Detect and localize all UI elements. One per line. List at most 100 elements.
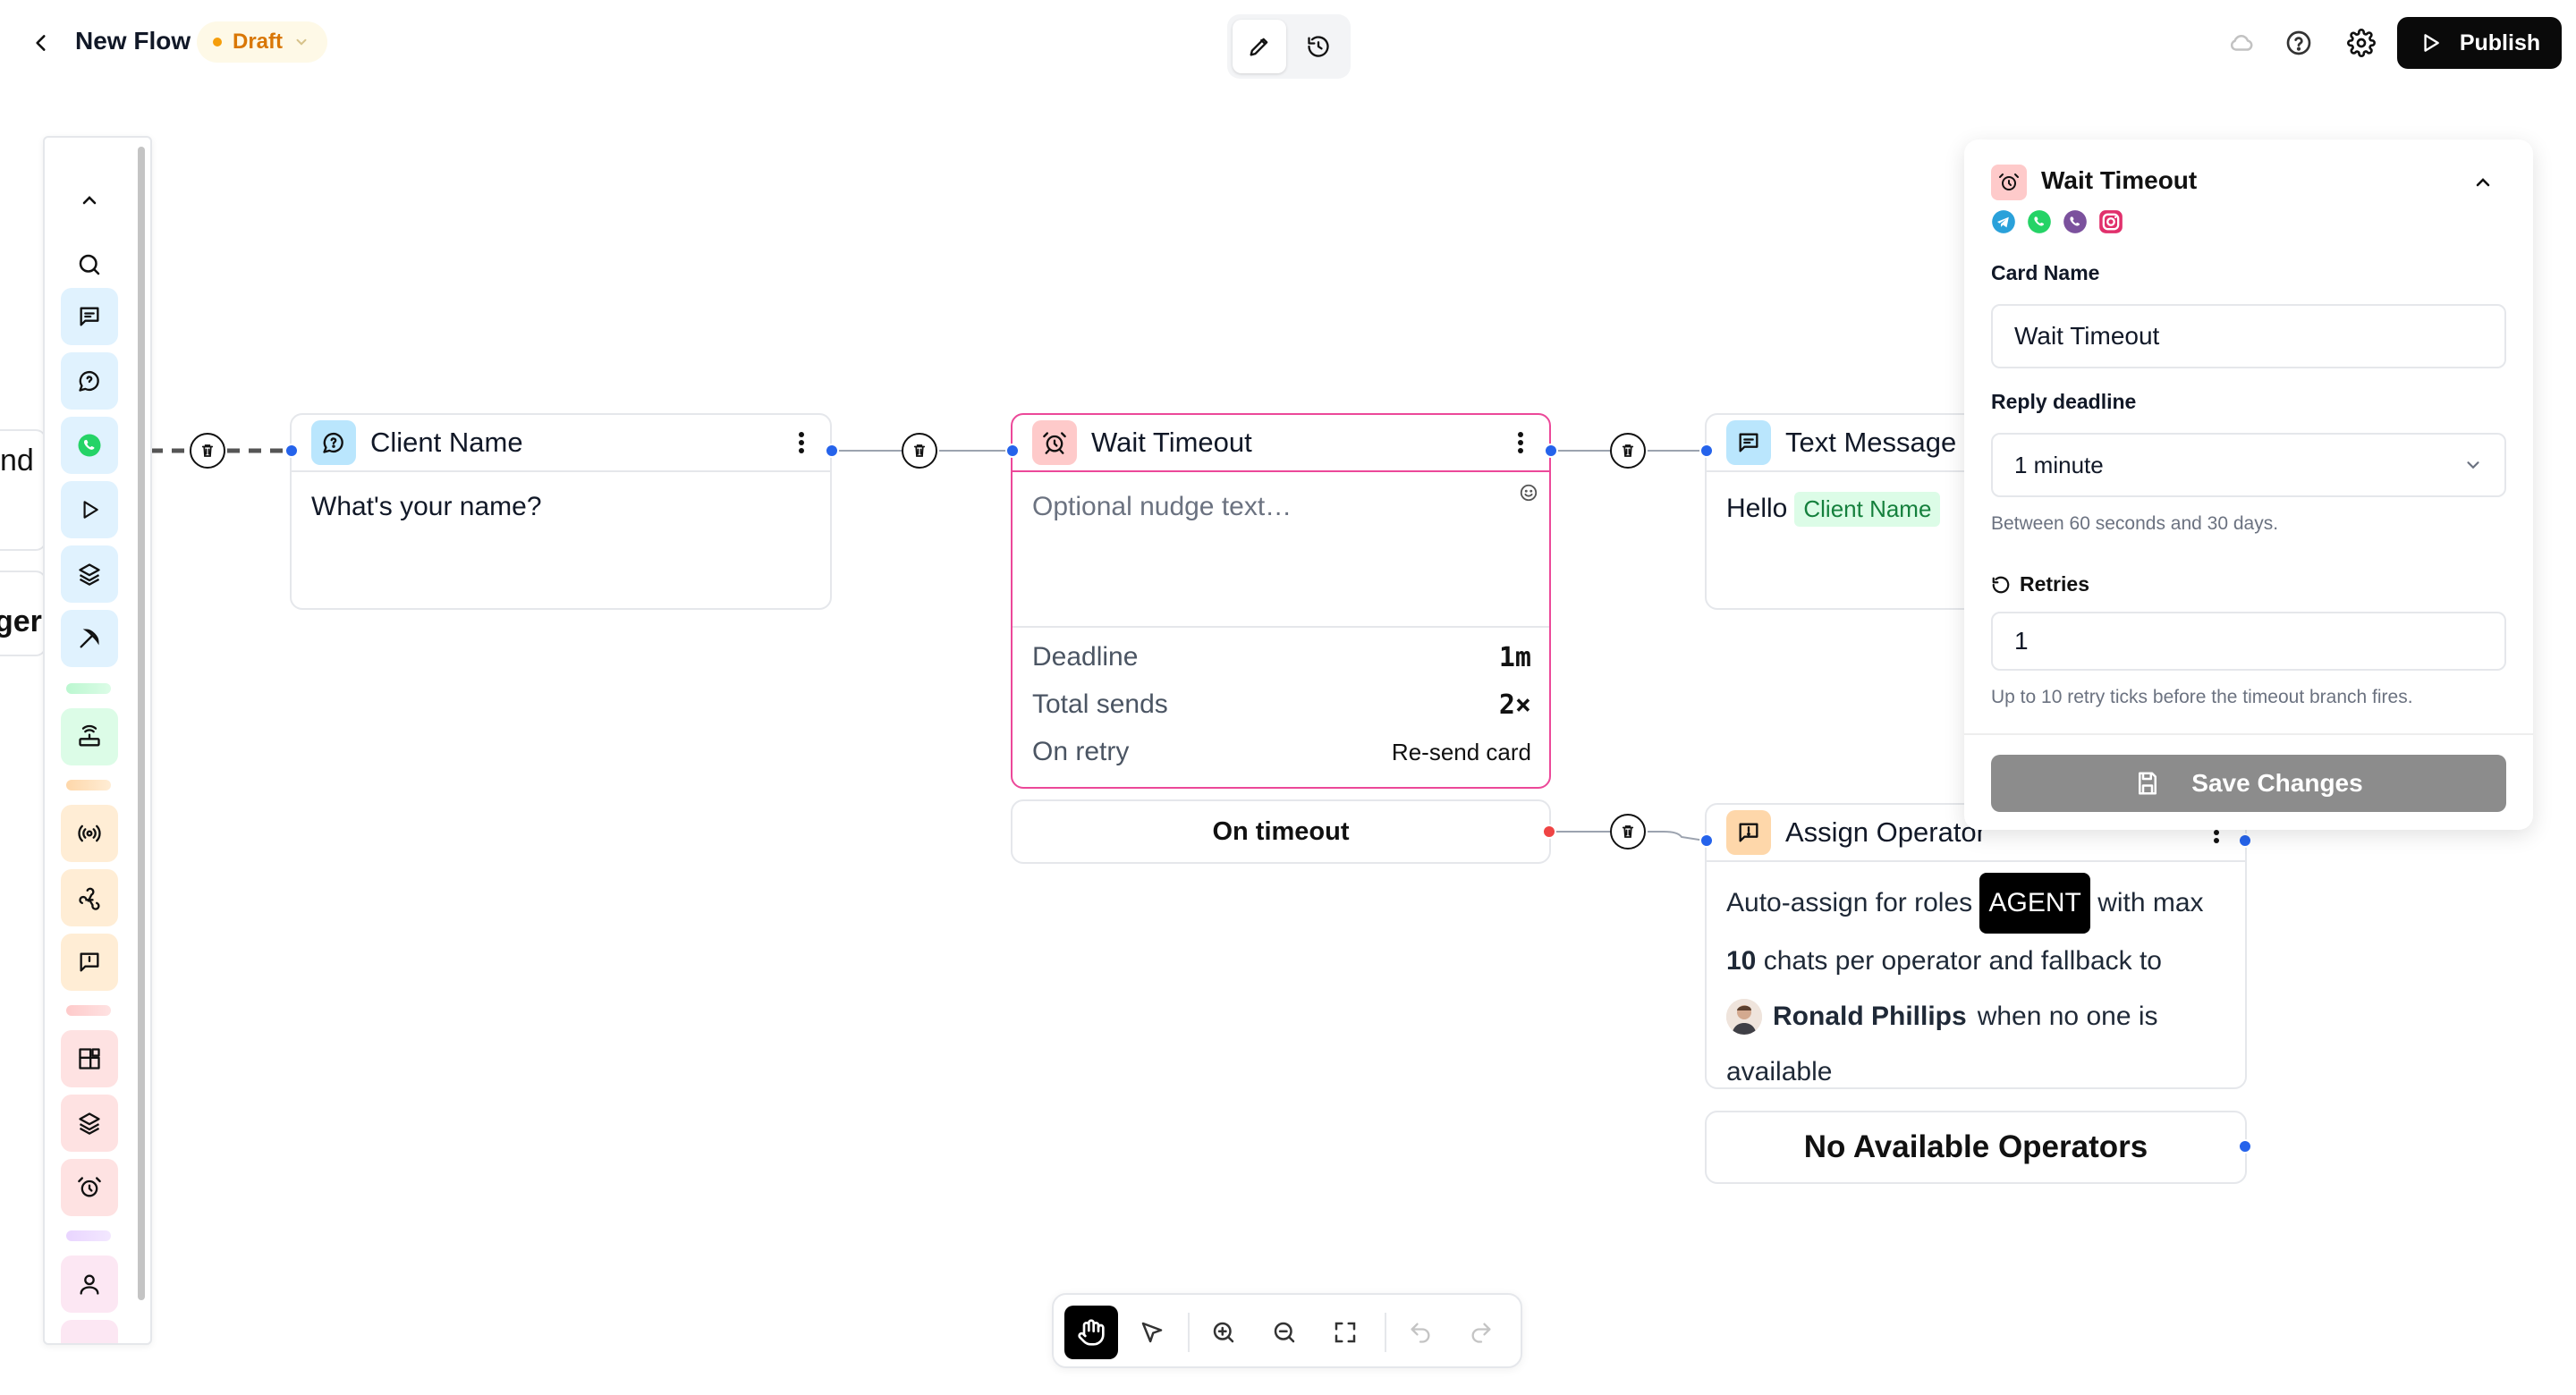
role-chip: AGENT [1979,873,2090,934]
palette-play[interactable] [61,481,118,538]
canvas-toolbar [1052,1293,1522,1368]
card-menu-button[interactable] [791,425,812,461]
on-retry-label: On retry [1032,737,1130,766]
palette-question[interactable] [61,352,118,410]
nudge-text-input[interactable]: Optional nudge text… [1032,492,1292,522]
broadcast-icon [77,821,102,846]
palette-assign-operator[interactable] [61,934,118,991]
hand-tool-button[interactable] [1064,1306,1118,1359]
help-button[interactable] [2277,21,2320,64]
card-name-input[interactable]: Wait Timeout [1991,304,2506,368]
on-timeout-branch[interactable]: On timeout [1011,799,1551,864]
collapse-panel-button[interactable] [2465,165,2501,200]
palette-pickaxe[interactable] [61,610,118,667]
alarm-clock-icon [1991,165,2027,200]
properties-panel: Wait Timeout Card Name Wait Timeout Repl… [1964,140,2533,830]
rotate-icon [1991,575,2011,595]
branch-label: On timeout [1212,816,1350,846]
card-menu-button[interactable] [1510,425,1531,461]
palette-router[interactable] [61,708,118,765]
save-label: Save Changes [2191,769,2363,797]
cloud-sync-button[interactable] [2220,21,2263,64]
zoom-in-button[interactable] [1197,1306,1250,1359]
history-icon [1306,34,1331,59]
history-mode-button[interactable] [1292,20,1345,73]
delete-edge-button[interactable] [902,433,937,469]
zoom-out-button[interactable] [1258,1306,1311,1359]
palette-webhook[interactable] [61,869,118,926]
question-chat-icon [311,420,356,465]
pointer-tool-button[interactable] [1125,1306,1179,1359]
toolbar-separator [1188,1313,1190,1352]
message-alert-icon [1726,810,1771,855]
save-changes-button[interactable]: Save Changes [1991,755,2506,812]
save-icon [2134,770,2161,797]
fit-screen-button[interactable] [1318,1306,1372,1359]
card-header: Client Name [292,415,830,472]
reply-deadline-hint: Between 60 seconds and 30 days. [1991,513,2279,534]
palette-more[interactable] [61,1320,118,1343]
back-button[interactable] [23,21,59,64]
palette-layers-2[interactable] [61,1095,118,1152]
question-chat-icon [77,368,102,393]
total-sends-label: Total sends [1032,689,1168,719]
scrollbar[interactable] [138,147,145,1300]
layers-icon [77,1111,102,1136]
edit-mode-button[interactable] [1233,20,1286,73]
settings-button[interactable] [2340,21,2383,64]
chevron-down-icon [293,34,309,50]
input-port[interactable] [1699,444,1714,458]
rule-line: available [1726,1057,1833,1086]
palette-whatsapp[interactable] [61,417,118,474]
input-port[interactable] [1005,444,1020,458]
client-name-card[interactable]: Client Name What's your name? [290,413,832,610]
no-operators-branch[interactable]: No Available Operators [1705,1111,2247,1184]
palette-layers[interactable] [61,545,118,603]
cropped-card[interactable]: ger [0,571,47,656]
retries-input[interactable]: 1 [1991,612,2506,671]
trash-icon [1620,824,1636,840]
message-square-icon [77,304,102,329]
output-port[interactable] [825,444,839,458]
message-alert-icon [77,950,102,975]
cropped-card[interactable]: nd [0,429,47,551]
panel-title: Wait Timeout [2041,166,2198,194]
wait-timeout-card[interactable]: Wait Timeout Optional nudge text… Deadli… [1011,413,1551,789]
timeout-output-port[interactable] [1542,824,1556,839]
emoji-button[interactable] [1519,483,1538,503]
output-port[interactable] [2238,833,2252,848]
retries-label-row: Retries [1991,572,2089,596]
card-body: What's your name? [311,492,542,521]
output-port[interactable] [1544,444,1558,458]
palette-blocks[interactable] [61,1030,118,1087]
delete-edge-button[interactable] [1610,814,1646,850]
delete-edge-button[interactable] [190,433,225,469]
redo-icon [1469,1320,1494,1345]
assign-operator-card[interactable]: Assign Operator Auto-assign for roles AG… [1705,803,2247,1089]
trash-icon [1620,443,1636,459]
undo-button[interactable] [1394,1306,1447,1359]
publish-button[interactable]: Publish [2397,17,2562,69]
reply-deadline-label: Reply deadline [1991,390,2137,413]
search-palette-button[interactable] [61,236,118,293]
toolbar-separator [1385,1313,1386,1352]
reply-deadline-select[interactable]: 1 minute [1991,433,2506,497]
branch-output-port[interactable] [2238,1139,2252,1154]
whatsapp-icon [2027,209,2052,234]
zoom-out-icon [1271,1319,1298,1346]
deadline-label: Deadline [1032,642,1139,672]
redo-button[interactable] [1454,1306,1508,1359]
pickaxe-icon [77,626,102,651]
play-icon [78,498,101,521]
status-dropdown[interactable]: Draft [197,21,328,63]
collapse-palette-button[interactable] [61,172,118,229]
input-port[interactable] [1699,833,1714,848]
status-dot [213,38,222,46]
delete-edge-button[interactable] [1610,433,1646,469]
palette-user[interactable] [61,1256,118,1313]
palette-text-message[interactable] [61,288,118,345]
whatsapp-icon [76,432,103,459]
palette-wait-timeout[interactable] [61,1159,118,1216]
palette-broadcast[interactable] [61,805,118,862]
input-port[interactable] [284,444,299,458]
